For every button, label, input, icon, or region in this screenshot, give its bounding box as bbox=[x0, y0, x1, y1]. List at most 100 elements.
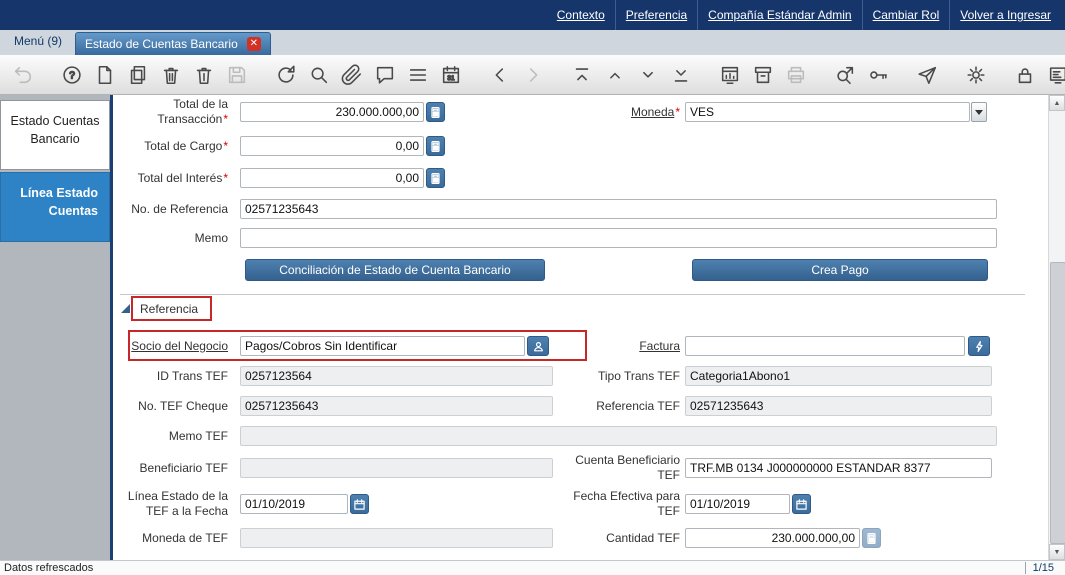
attachment-icon[interactable] bbox=[339, 62, 365, 88]
row-cheque-referencia-tef: No. TEF Cheque Referencia TEF bbox=[113, 396, 1048, 416]
row-id-tipo-tef: ID Trans TEF Tipo Trans TEF bbox=[113, 366, 1048, 386]
last-record-icon[interactable] bbox=[668, 62, 694, 88]
header-link-cambiar-rol[interactable]: Cambiar Rol bbox=[862, 0, 950, 30]
record-access-icon[interactable] bbox=[865, 62, 891, 88]
save-icon bbox=[224, 62, 250, 88]
record-indicator: 1/15 bbox=[1025, 562, 1061, 574]
copy-record-icon[interactable] bbox=[125, 62, 151, 88]
undo-icon bbox=[10, 62, 36, 88]
required-marker: * bbox=[223, 112, 228, 126]
no-referencia-input[interactable] bbox=[240, 199, 997, 219]
calculator-icon bbox=[429, 172, 442, 185]
id-trans-tef-input[interactable] bbox=[240, 366, 553, 386]
new-record-icon[interactable] bbox=[92, 62, 118, 88]
referencia-tef-input[interactable] bbox=[685, 396, 992, 416]
total-interes-calculator-button[interactable] bbox=[426, 168, 445, 188]
conciliacion-button[interactable]: Conciliación de Estado de Cuenta Bancari… bbox=[245, 259, 545, 281]
fecha-efectiva-tef-input[interactable] bbox=[685, 494, 790, 514]
scrollbar-thumb[interactable] bbox=[1050, 262, 1065, 544]
zoom-across-icon[interactable] bbox=[832, 62, 858, 88]
total-cargo-input[interactable] bbox=[240, 136, 424, 156]
tab-estado-cuentas-bancario[interactable]: Estado de Cuentas Bancario ✕ bbox=[75, 32, 271, 55]
moneda-combo-input[interactable] bbox=[685, 102, 970, 122]
field-label-id-trans-tef: ID Trans TEF bbox=[113, 369, 234, 384]
section-label-referencia: Referencia bbox=[140, 302, 198, 316]
sidebar-tab-estado-cuentas-bancario[interactable]: Estado Cuentas Bancario bbox=[0, 100, 110, 170]
total-transaccion-calculator-button[interactable] bbox=[426, 102, 445, 122]
moneda-combo-arrow[interactable] bbox=[971, 102, 987, 122]
active-tab-label: Estado de Cuentas Bancario bbox=[85, 37, 238, 51]
memo-tef-input[interactable] bbox=[240, 426, 997, 446]
parent-record-icon[interactable] bbox=[487, 62, 513, 88]
previous-record-icon[interactable] bbox=[602, 62, 628, 88]
total-transaccion-input[interactable] bbox=[240, 102, 424, 122]
socio-negocio-input[interactable] bbox=[240, 336, 525, 356]
request-icon[interactable] bbox=[914, 62, 940, 88]
grid-toggle-icon[interactable] bbox=[405, 62, 431, 88]
history-icon[interactable] bbox=[438, 62, 464, 88]
business-partner-icon bbox=[532, 340, 545, 353]
scroll-down-button[interactable]: ▼ bbox=[1049, 544, 1065, 560]
cantidad-tef-calculator-button[interactable] bbox=[862, 528, 881, 548]
tab-menu[interactable]: Menú (9) bbox=[14, 34, 62, 48]
tab-close-icon[interactable]: ✕ bbox=[247, 37, 261, 51]
delete-selection-icon[interactable] bbox=[191, 62, 217, 88]
vertical-scrollbar[interactable]: ▲ ▼ bbox=[1048, 95, 1065, 560]
header-link-contexto[interactable]: Contexto bbox=[547, 0, 615, 30]
chevron-down-icon bbox=[975, 110, 983, 115]
report-icon[interactable] bbox=[717, 62, 743, 88]
field-label-referencia-tef: Referencia TEF bbox=[560, 399, 685, 414]
linea-estado-fecha-input[interactable] bbox=[240, 494, 348, 514]
row-fechas-tef: Línea Estado de la TEF a la Fecha Fecha … bbox=[113, 494, 1048, 514]
total-cargo-calculator-button[interactable] bbox=[426, 136, 445, 156]
crea-pago-button[interactable]: Crea Pago bbox=[692, 259, 988, 281]
factura-input[interactable] bbox=[685, 336, 965, 356]
beneficiario-tef-input[interactable] bbox=[240, 458, 553, 478]
cuenta-beneficiario-tef-input[interactable] bbox=[685, 458, 992, 478]
tipo-trans-tef-input[interactable] bbox=[685, 366, 992, 386]
calendar-icon bbox=[353, 498, 366, 511]
form-panel: Total de la Transacción* Moneda* Total d… bbox=[113, 95, 1048, 560]
row-socio-factura: Socio del Negocio Factura bbox=[113, 336, 1048, 356]
memo-input[interactable] bbox=[240, 228, 997, 248]
collapse-section-icon[interactable] bbox=[121, 304, 130, 313]
status-bar: Datos refrescados 1/15 bbox=[0, 560, 1065, 575]
chat-icon[interactable] bbox=[372, 62, 398, 88]
scroll-up-button[interactable]: ▲ bbox=[1049, 95, 1065, 111]
field-label-moneda-tef: Moneda de TEF bbox=[113, 531, 234, 546]
no-tef-cheque-input[interactable] bbox=[240, 396, 553, 416]
sql-console-icon[interactable] bbox=[1045, 62, 1065, 88]
archive-icon[interactable] bbox=[750, 62, 776, 88]
calendar-icon bbox=[795, 498, 808, 511]
header-link-preferencia[interactable]: Preferencia bbox=[615, 0, 697, 30]
field-label-cantidad-tef: Cantidad TEF bbox=[560, 531, 685, 546]
factura-search-button[interactable] bbox=[968, 336, 990, 356]
help-icon[interactable] bbox=[59, 62, 85, 88]
moneda-tef-input[interactable] bbox=[240, 528, 553, 548]
calculator-icon bbox=[865, 532, 878, 545]
row-no-referencia: No. de Referencia bbox=[113, 199, 1048, 219]
cantidad-tef-input[interactable] bbox=[685, 528, 860, 548]
first-record-icon[interactable] bbox=[569, 62, 595, 88]
total-interes-input[interactable] bbox=[240, 168, 424, 188]
field-label-tipo-trans-tef: Tipo Trans TEF bbox=[560, 369, 685, 384]
process-icon[interactable] bbox=[963, 62, 989, 88]
row-total-interes: Total del Interés* bbox=[113, 168, 1048, 188]
field-label-total-transaccion: Total de la Transacción* bbox=[113, 97, 234, 127]
linea-estado-fecha-calendar-button[interactable] bbox=[350, 494, 369, 514]
required-marker: * bbox=[223, 171, 228, 185]
header-link-compa-a-est-ndar-admin[interactable]: Compañía Estándar Admin bbox=[697, 0, 861, 30]
find-icon[interactable] bbox=[306, 62, 332, 88]
lock-icon[interactable] bbox=[1012, 62, 1038, 88]
refresh-icon[interactable] bbox=[273, 62, 299, 88]
sidebar-tabs: Estado Cuentas BancarioLínea Estado Cuen… bbox=[0, 95, 110, 560]
sidebar-tab-linea-estado-cuentas[interactable]: Línea Estado Cuentas bbox=[0, 172, 110, 242]
fecha-efectiva-tef-calendar-button[interactable] bbox=[792, 494, 811, 514]
next-record-icon[interactable] bbox=[635, 62, 661, 88]
required-marker: * bbox=[675, 105, 680, 119]
header-link-volver-a-ingresar[interactable]: Volver a Ingresar bbox=[949, 0, 1061, 30]
delete-record-icon[interactable] bbox=[158, 62, 184, 88]
field-label-factura: Factura bbox=[560, 339, 685, 354]
row-moneda-cantidad-tef: Moneda de TEF Cantidad TEF bbox=[113, 528, 1048, 548]
socio-negocio-search-button[interactable] bbox=[527, 336, 549, 356]
